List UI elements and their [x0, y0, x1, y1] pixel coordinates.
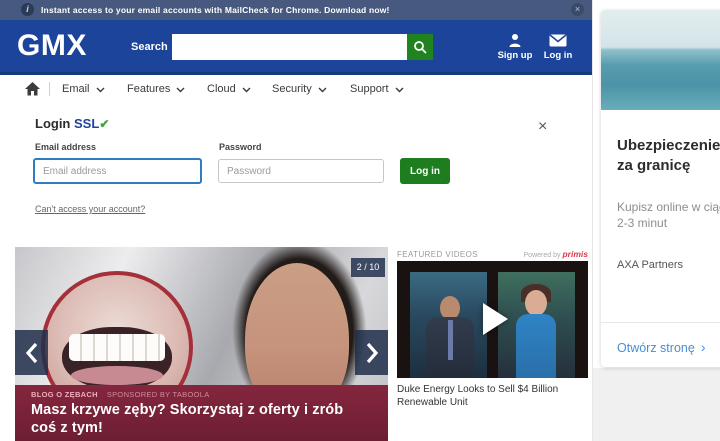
login-label: Log in [535, 50, 581, 61]
chevron-down-icon [176, 87, 185, 93]
nav-item-label: Support [350, 83, 389, 95]
signup-label: Sign up [492, 50, 538, 61]
chevron-left-icon [25, 342, 39, 364]
carousel-next-button[interactable] [355, 330, 388, 375]
ad-cta-label: Otwórz stronę [617, 341, 695, 355]
login-button[interactable]: Log in [400, 158, 450, 184]
ad-text: Kupisz online w ciągu 2-3 minut [617, 199, 720, 233]
chevron-right-icon: › [701, 339, 706, 355]
nav-item-security[interactable]: Security [272, 83, 327, 95]
search-icon [413, 40, 427, 54]
ad-divider [601, 322, 720, 323]
login-title-text: Login [35, 116, 70, 131]
promo-banner-text: Instant access to your email accounts wi… [41, 5, 390, 15]
gmx-logo[interactable]: GMX [17, 29, 87, 63]
email-field[interactable] [33, 158, 202, 184]
banner-close-icon[interactable]: × [571, 3, 584, 16]
featured-videos-header: FEATURED VIDEOS Powered byprimis [397, 249, 588, 259]
info-icon: i [21, 3, 34, 16]
carousel-counter: 2 / 10 [351, 258, 385, 277]
main-header: GMX Search Sign up [0, 20, 592, 75]
featured-videos-title: FEATURED VIDEOS [397, 250, 478, 259]
ad-title: Ubezpieczenie za granicę [617, 136, 720, 177]
login-action[interactable]: Log in [535, 32, 581, 61]
ad-body: Ubezpieczenie za granicę Kupisz online w… [601, 110, 720, 271]
carousel-caption-overlay: BLOG O ZĘBACH SPONSORED BY TABOOLA Masz k… [15, 385, 388, 441]
ad-sea-image [601, 10, 720, 110]
search-button[interactable] [407, 34, 433, 60]
email-label: Email address [35, 142, 96, 152]
video-anchor-right-head [525, 290, 547, 316]
play-icon[interactable] [483, 303, 508, 335]
carousel-prev-button[interactable] [15, 330, 48, 375]
ad-advertiser: AXA Partners [617, 259, 720, 271]
nav-item-label: Security [272, 83, 312, 95]
video-caption[interactable]: Duke Energy Looks to Sell $4 Billion Ren… [397, 383, 587, 409]
chevron-down-icon [96, 87, 105, 93]
nav-item-label: Features [127, 83, 170, 95]
carousel-image-lip [71, 366, 163, 385]
video-anchor-right-scarf [516, 314, 556, 378]
password-field[interactable] [218, 159, 384, 183]
nav-item-cloud[interactable]: Cloud [207, 83, 251, 95]
powered-by: Powered byprimis [524, 249, 588, 259]
video-anchor-left-tie [448, 320, 453, 360]
sponsored-carousel[interactable]: 2 / 10 BLOG O ZĘBACH SPONSORED BY TABOOLA… [15, 247, 388, 441]
login-panel-close-icon[interactable]: × [538, 119, 547, 135]
carousel-image-teeth [69, 334, 165, 361]
nav-item-support[interactable]: Support [350, 83, 404, 95]
chevron-right-icon [365, 342, 379, 364]
main-nav: Email Features Cloud Security Support [0, 75, 592, 103]
nav-item-features[interactable]: Features [127, 83, 185, 95]
nav-item-label: Email [62, 83, 90, 95]
account-help-link[interactable]: Can't access your account? [35, 204, 145, 214]
ad-card[interactable]: Ubezpieczenie za granicę Kupisz online w… [601, 10, 720, 367]
carousel-headline[interactable]: Masz krzywe zęby? Skorzystaj z oferty i … [31, 402, 372, 437]
video-thumbnail[interactable] [397, 261, 588, 378]
signup-action[interactable]: Sign up [492, 32, 538, 61]
ad-cta-link[interactable]: Otwórz stronę › [617, 339, 705, 355]
search-input[interactable] [172, 34, 407, 60]
video-anchor-right [498, 272, 575, 378]
nav-item-email[interactable]: Email [62, 83, 105, 95]
carousel-sponsored-label: SPONSORED BY TABOOLA [107, 390, 210, 399]
promo-banner: i Instant access to your email accounts … [0, 0, 592, 20]
carousel-meta: BLOG O ZĘBACH SPONSORED BY TABOOLA [31, 390, 372, 399]
home-icon[interactable] [25, 82, 40, 101]
login-panel-title: Login SSL✔ [35, 116, 109, 131]
primis-logo[interactable]: primis [562, 249, 588, 259]
ssl-label: SSL [74, 116, 99, 131]
carousel-category: BLOG O ZĘBACH [31, 390, 98, 399]
search-label: Search [131, 41, 168, 53]
person-icon [492, 32, 538, 47]
carousel-image-mouth [62, 327, 171, 390]
envelope-icon [535, 32, 581, 47]
nav-item-label: Cloud [207, 83, 236, 95]
password-label: Password [219, 142, 262, 152]
chevron-down-icon [318, 87, 327, 93]
ssl-check-icon: ✔ [99, 117, 109, 131]
chevron-down-icon [242, 87, 251, 93]
nav-divider [49, 82, 50, 96]
powered-by-text: Powered by [524, 252, 561, 259]
sidebar-lower-background [593, 368, 720, 441]
chevron-down-icon [395, 87, 404, 93]
video-anchor-left [410, 272, 487, 378]
gmx-homepage: i Instant access to your email accounts … [0, 0, 720, 441]
